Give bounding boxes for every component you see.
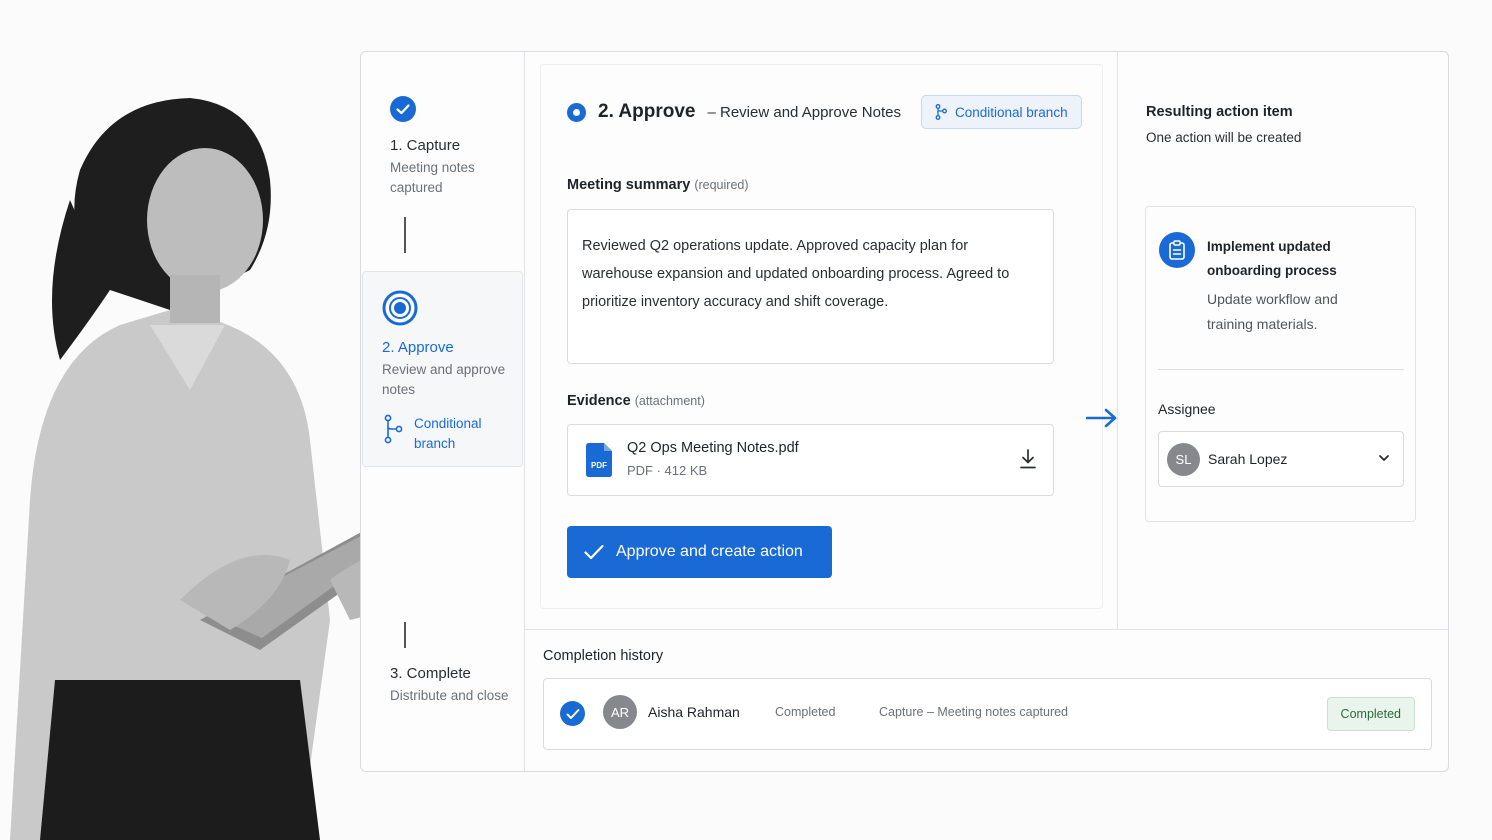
approve-button-label: Approve and create action (616, 543, 803, 560)
panel-header: 2. Approve – Review and Approve Notes (567, 101, 901, 123)
conditional-branch-chip[interactable]: Conditional branch (921, 95, 1082, 129)
action-item-title: Implement updated onboarding process (1207, 239, 1337, 278)
summary-label-text: Meeting summary (567, 177, 691, 193)
result-subtitle: One action will be created (1146, 130, 1302, 145)
step-subtitle: Meeting notes captured (390, 160, 475, 195)
clipboard-icon (1159, 232, 1195, 268)
assignee-name: Sarah Lopez (1208, 451, 1288, 467)
chevron-down-icon (1379, 455, 1389, 461)
result-title: Resulting action item (1146, 104, 1293, 120)
assignee-select[interactable]: SL Sarah Lopez (1158, 431, 1404, 487)
step-connector (404, 622, 406, 648)
pdf-icon-text: PDF (591, 461, 607, 470)
chip-label: Conditional branch (955, 104, 1068, 120)
step-title: 2. Approve (382, 339, 454, 356)
history-row[interactable]: AR Aisha Rahman Completed Capture – Meet… (543, 678, 1432, 750)
meeting-summary-field[interactable]: Reviewed Q2 operations update. Approved … (567, 209, 1054, 364)
step-complete[interactable]: 3. Complete Distribute and close (390, 655, 520, 706)
branch-icon (384, 414, 403, 444)
approve-and-create-button[interactable]: Approve and create action (567, 526, 832, 578)
summary-hint: (required) (694, 178, 749, 192)
status-badge: Completed (1326, 697, 1415, 731)
history-title: Completion history (543, 648, 664, 664)
panel-subtitle: – Review and Approve Notes (707, 103, 901, 121)
avatar: AR (603, 695, 637, 729)
panel-title: 2. Approve (598, 101, 696, 122)
pdf-file-icon: PDF (586, 443, 612, 477)
result-panel: Resulting action item One action will be… (1117, 52, 1448, 629)
avatar: SL (1167, 443, 1200, 476)
history-action: Completed (775, 705, 836, 719)
file-meta: PDF · 412 KB (627, 463, 708, 478)
status-dot-icon (567, 102, 586, 122)
step-approve[interactable]: 2. Approve Review and approve notes Cond… (362, 271, 523, 467)
file-name: Q2 Ops Meeting Notes.pdf (627, 440, 799, 456)
step-connector (404, 217, 406, 253)
download-icon[interactable] (1019, 449, 1037, 469)
workflow-window: 1. Capture Meeting notes captured 2. App… (360, 51, 1449, 772)
history-step: Capture – Meeting notes captured (879, 705, 1069, 719)
step-title: 1. Capture (390, 137, 461, 154)
evidence-hint: (attachment) (634, 394, 705, 408)
branch-label: Conditional branch (414, 416, 482, 451)
history-user-name: Aisha Rahman (648, 704, 740, 720)
arrow-right-icon (1086, 408, 1117, 428)
evidence-label-text: Evidence (567, 393, 631, 409)
active-step-target-icon (382, 290, 418, 326)
action-item-card: Implement updated onboarding process Upd… (1145, 206, 1416, 522)
step-subtitle: Review and approve notes (382, 362, 506, 397)
branch-icon (935, 104, 947, 120)
summary-label: Meeting summary (required) (567, 177, 749, 193)
workflow-stepper: 1. Capture Meeting notes captured 2. App… (361, 52, 525, 771)
check-icon (584, 544, 604, 560)
check-circle-icon (560, 701, 585, 726)
step-subtitle: Distribute and close (390, 688, 509, 703)
attachment-card[interactable]: PDF Q2 Ops Meeting Notes.pdf PDF · 412 K… (567, 424, 1054, 496)
approve-panel: 2. Approve – Review and Approve Notes Co… (540, 64, 1103, 609)
divider (1158, 369, 1404, 370)
step-capture[interactable]: 1. Capture Meeting notes captured (390, 96, 520, 198)
step-branch-link[interactable]: Conditional branch (382, 414, 512, 454)
action-item-description: Update workflow and training materials. (1207, 291, 1338, 332)
completion-history: Completion history AR Aisha Rahman Compl… (525, 629, 1448, 771)
step-title: 3. Complete (390, 665, 471, 682)
evidence-label: Evidence (attachment) (567, 393, 705, 409)
assignee-label: Assignee (1158, 401, 1216, 417)
check-circle-icon (390, 96, 416, 122)
